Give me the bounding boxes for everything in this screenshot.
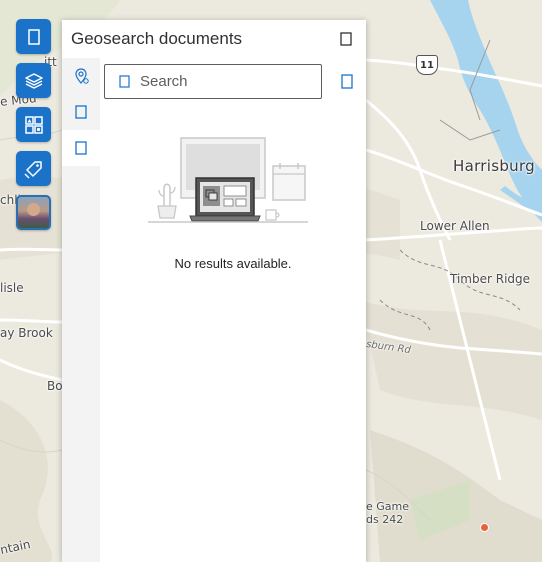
map-label-harrisburg: Harrisburg bbox=[453, 157, 535, 175]
empty-state-message: No results available. bbox=[174, 256, 292, 271]
filter-button[interactable] bbox=[336, 70, 358, 92]
location-gear-icon bbox=[75, 68, 89, 84]
panel-header: Geosearch documents bbox=[62, 20, 366, 58]
map-label-lisle: lisle bbox=[0, 281, 24, 295]
rail-item-results[interactable] bbox=[62, 130, 100, 166]
filter-icon bbox=[341, 73, 353, 89]
square-icon bbox=[27, 28, 40, 45]
document-icon bbox=[75, 105, 87, 119]
home-button[interactable] bbox=[16, 19, 51, 54]
search-box[interactable] bbox=[104, 63, 322, 99]
panel-title: Geosearch documents bbox=[71, 29, 243, 48]
panel-body: No results available. bbox=[100, 58, 366, 562]
search-input[interactable] bbox=[140, 72, 310, 90]
user-avatar-button[interactable] bbox=[16, 195, 51, 230]
route-11-shield: 11 bbox=[416, 55, 438, 75]
search-icon bbox=[119, 74, 130, 88]
document-icon bbox=[75, 141, 87, 155]
layers-icon bbox=[24, 72, 43, 89]
rail-item-location-settings[interactable] bbox=[62, 58, 100, 94]
tag-icon bbox=[23, 160, 42, 179]
close-icon bbox=[340, 32, 352, 46]
panel-rail bbox=[62, 58, 100, 562]
map-label-timber-ridge: Timber Ridge bbox=[450, 272, 531, 286]
layers-button[interactable] bbox=[16, 63, 51, 98]
map-label-bo: Bo bbox=[47, 379, 63, 393]
basemap-gallery-button[interactable] bbox=[16, 107, 51, 142]
map-label-lower-allen: Lower Allen bbox=[420, 219, 490, 233]
geosearch-button[interactable] bbox=[16, 151, 51, 186]
rail-item-documents[interactable] bbox=[62, 94, 100, 130]
map-poi-marker[interactable] bbox=[480, 523, 489, 532]
map-label-game-land-2: ds 242 bbox=[366, 513, 404, 526]
map-label-game-land-1: e Game bbox=[366, 500, 410, 513]
avatar bbox=[18, 197, 49, 228]
close-button[interactable] bbox=[336, 29, 356, 49]
empty-state-illustration bbox=[148, 137, 308, 223]
grid-icon bbox=[24, 115, 43, 134]
map-label-brook: ay Brook bbox=[0, 326, 53, 340]
search-row bbox=[104, 63, 360, 99]
geosearch-panel: Geosearch documents Search No results av… bbox=[62, 20, 366, 562]
